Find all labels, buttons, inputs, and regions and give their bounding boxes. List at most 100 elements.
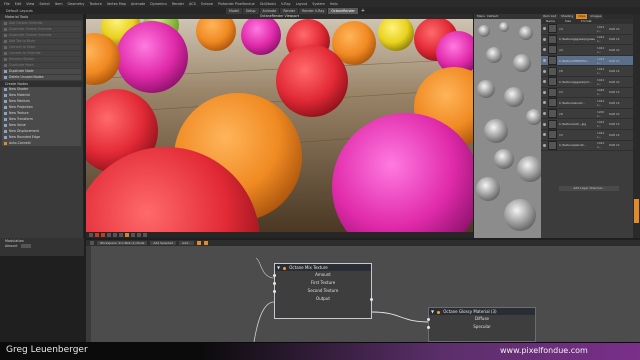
node-editor[interactable]: Workspace: Scn:Ball (1) Node Add Selecte…: [86, 240, 640, 342]
new-projection-button[interactable]: New Projection: [2, 105, 81, 111]
output-pin[interactable]: [370, 297, 373, 301]
eye-icon[interactable]: [543, 59, 546, 63]
eye-icon[interactable]: [543, 122, 546, 126]
render-viewport[interactable]: OctaneRender Viewport: [86, 14, 473, 232]
input-pin[interactable]: [273, 273, 276, 277]
menu-render[interactable]: Render: [172, 2, 184, 6]
stop-icon[interactable]: [95, 233, 99, 237]
duplicate-mesh-button[interactable]: Duplicate Mesh: [2, 62, 81, 68]
duplicate-override-button-2[interactable]: Duplicate Octane Override: [2, 32, 81, 38]
tab-octanerender[interactable]: OctaneRender: [328, 7, 358, 14]
convert-to-override-button[interactable]: Convert to Override: [2, 50, 81, 56]
new-rounded-edge-button[interactable]: New Rounded Edge: [2, 135, 81, 141]
menu-edit[interactable]: Edit: [15, 2, 22, 6]
input-pin[interactable]: [273, 289, 276, 293]
menu-system[interactable]: System: [312, 2, 325, 6]
menu-layout[interactable]: Layout: [296, 2, 308, 6]
eye-icon[interactable]: [543, 90, 546, 94]
eye-icon[interactable]: [543, 143, 546, 147]
eye-icon[interactable]: [543, 27, 546, 31]
menu-vertex-map[interactable]: Vertex Map: [107, 2, 126, 6]
refresh-icon[interactable]: [119, 233, 123, 237]
input-pin[interactable]: [427, 317, 430, 321]
list-item[interactable]: C:/texture/plain/0... 1024 x... RGB 24: [541, 140, 633, 152]
list-item[interactable]: C:/texture/jpg/warp/d... 1024 x... RGB 24: [541, 77, 633, 88]
new-shader-button[interactable]: New Shader: [2, 87, 81, 93]
menu-geometry[interactable]: Geometry: [68, 2, 85, 6]
octane-glossy-material-node[interactable]: ▼ Octane Glossy Material (3) Diffuse Spe…: [427, 307, 536, 342]
pause-icon[interactable]: [113, 233, 117, 237]
tab-model[interactable]: Model: [226, 7, 242, 14]
node-header[interactable]: ▼ Octane Glossy Material (3): [429, 308, 535, 315]
collapse-icon[interactable]: ▼: [431, 309, 434, 314]
menu-pixfonder[interactable]: Pixfonder Pixelfondue: [218, 2, 255, 6]
menu-select[interactable]: Select: [39, 2, 49, 6]
tab-render[interactable]: Render: [280, 7, 299, 14]
new-displacement-button[interactable]: New Displacement: [2, 129, 81, 135]
eye-icon[interactable]: [543, 101, 546, 105]
rename-shader-button[interactable]: Rename Shader: [2, 56, 81, 62]
lock-icon[interactable]: [125, 233, 129, 237]
menu-help[interactable]: Help: [330, 2, 338, 6]
eye-icon[interactable]: [543, 133, 546, 137]
eye-icon[interactable]: [543, 69, 546, 73]
input-pin[interactable]: [427, 325, 430, 329]
list-item[interactable]: C:/texture/jpg/warp/grass/N...1024 x... R…: [541, 34, 633, 46]
record-icon[interactable]: [101, 233, 105, 237]
port-amount[interactable]: Amount: [273, 271, 371, 279]
collapse-icon[interactable]: ▼: [277, 265, 280, 270]
auto-connect-toggle[interactable]: Auto-Connect: [2, 141, 81, 147]
add-tex-to-mixer-button[interactable]: Add Tex to Mixer: [2, 38, 81, 44]
menu-view[interactable]: View: [26, 2, 34, 6]
new-texture-button[interactable]: New Texture: [2, 111, 81, 117]
menu-texture[interactable]: Texture: [89, 2, 101, 6]
new-transform-button[interactable]: New Transform: [2, 117, 81, 123]
side-tab[interactable]: [634, 199, 639, 223]
menu-item[interactable]: Item: [55, 2, 63, 6]
settings-icon[interactable]: [143, 233, 147, 237]
list-item[interactable]: (1) 2048 x... RGB 24: [541, 87, 633, 99]
menu-acs[interactable]: ACS: [189, 2, 196, 6]
port-output[interactable]: Output: [275, 295, 373, 303]
tab-animate[interactable]: Animate: [259, 7, 280, 14]
list-item[interactable]: C:/texture/HDR/Fkkr... 1024 x... RGB 24: [541, 55, 633, 67]
menu-octane[interactable]: Octane: [201, 2, 213, 6]
octane-mix-texture-node[interactable]: ▼ Octane Mix Texture Amount First Textur…: [273, 263, 373, 319]
secondary-viewport[interactable]: Menu Default: [474, 14, 541, 238]
port-specular[interactable]: Specular: [427, 323, 535, 331]
region-icon[interactable]: [131, 233, 135, 237]
list-item[interactable]: C:/texture/old/...jpg 1024 x... RGB 24: [541, 119, 633, 130]
list-item[interactable]: (1) 1024 x... RGB 24: [541, 24, 633, 35]
menu-skilltools[interactable]: Skill/tools: [260, 2, 276, 6]
list-item[interactable]: (1) 1024 x... RGB 24: [541, 130, 633, 141]
layout-selector[interactable]: Default Layouts: [6, 9, 33, 13]
convert-to-mixer-button[interactable]: Convert to Mixer: [2, 44, 81, 50]
duplicate-override-button[interactable]: Duplicate Octane Override: [2, 26, 81, 32]
list-item[interactable]: C:/texture/wood/... 1024 x... RGB 24: [541, 98, 633, 109]
list-item[interactable]: (2) 1024 x... RGB 24: [541, 45, 633, 56]
menu-dynamics[interactable]: Dynamics: [150, 2, 167, 6]
eye-icon[interactable]: [543, 112, 546, 116]
amount-field[interactable]: [20, 244, 31, 248]
menu-animate[interactable]: Animate: [131, 2, 145, 6]
eye-icon[interactable]: [543, 37, 546, 41]
play-icon[interactable]: [107, 233, 111, 237]
pick-icon[interactable]: [137, 233, 141, 237]
list-item[interactable]: (3) 1200 x... RGB 24: [541, 109, 633, 120]
new-material-button[interactable]: New Material: [2, 93, 81, 99]
port-first-texture[interactable]: First Texture: [273, 279, 371, 287]
list-item[interactable]: (3) 1024 x... RGB 24: [541, 66, 633, 77]
menu-vray[interactable]: V-Ray: [281, 2, 291, 6]
tab-render-vray[interactable]: Render V-Ray: [299, 7, 328, 14]
new-medium-button[interactable]: New Medium: [2, 99, 81, 105]
add-tab-icon[interactable]: +: [359, 8, 367, 14]
delete-unused-nodes-button[interactable]: Delete Unused Nodes: [2, 74, 81, 80]
input-pin[interactable]: [273, 281, 276, 285]
tab-setup[interactable]: Setup: [242, 7, 259, 14]
add-layer-channel-button[interactable]: Add Layer Channel...: [559, 186, 619, 191]
menu-file[interactable]: File: [4, 2, 10, 6]
duplicate-node-button[interactable]: Duplicate Node: [2, 68, 81, 74]
eye-icon[interactable]: [543, 48, 546, 52]
port-second-texture[interactable]: Second Texture: [273, 287, 371, 295]
eye-icon[interactable]: [543, 80, 546, 84]
